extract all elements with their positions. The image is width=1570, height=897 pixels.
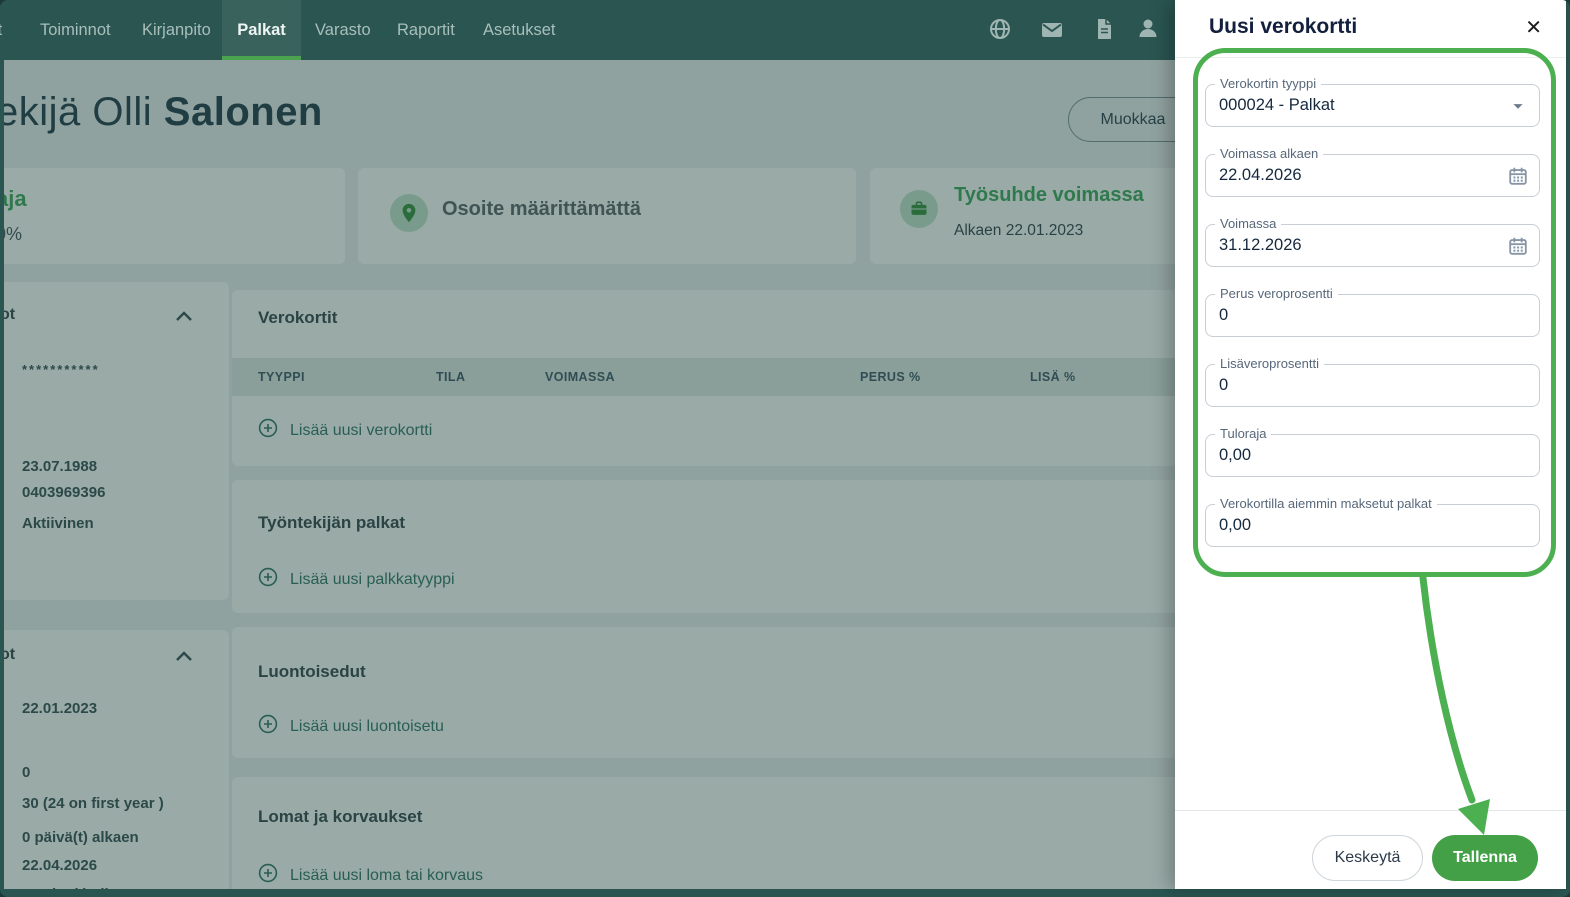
globe-icon[interactable]	[988, 17, 1012, 41]
mail-icon[interactable]	[1040, 18, 1064, 42]
col-voimassa: VOIMASSA	[545, 370, 615, 384]
address-status-text: Osoite määrittämättä	[442, 198, 641, 220]
user-icon[interactable]	[1136, 16, 1160, 40]
date-value: 22.04.2026	[22, 857, 98, 874]
drawer-header: Uusi verokortti ✕	[1175, 0, 1566, 58]
vacations-title: Lomat ja korvaukset	[258, 807, 423, 826]
page-title: ekijä Olli Salonen	[4, 90, 323, 134]
status-value: Aktiivinen	[22, 515, 94, 532]
plus-circle-icon	[258, 863, 278, 888]
add-salary-type-link[interactable]: Lisää uusi palkkatyyppi	[258, 567, 455, 592]
info-card-address: Osoite määrittämättä	[358, 168, 856, 264]
valid-until-input[interactable]: Voimassa 31.12.2026	[1205, 216, 1540, 267]
employment-status-title: Työsuhde voimassa	[954, 184, 1144, 206]
nav-item-palkat-active[interactable]: Palkat	[222, 0, 301, 60]
chevron-up-icon[interactable]	[174, 649, 194, 668]
col-tyyppi: TYYPPI	[258, 370, 305, 384]
tax-cards-title: Verokortit	[258, 308, 338, 327]
fringe-benefits-section: Luontoisedut Lisää uusi luontoisetu	[232, 627, 1175, 758]
briefcase-icon	[900, 190, 938, 228]
info-card-left: aja 0%	[4, 168, 345, 264]
new-tax-card-drawer: Uusi verokortti ✕ Verokortin tyyppi 0000…	[1175, 0, 1566, 889]
nav-item-asetukset[interactable]: Asetukset	[483, 0, 555, 60]
calendar-icon[interactable]	[1507, 235, 1529, 257]
valid-from-input[interactable]: Voimassa alkaen 22.04.2026	[1205, 146, 1540, 197]
nav-item-kirjanpito[interactable]: Kirjanpito	[142, 0, 211, 60]
phone-value: 0403969396	[22, 484, 106, 501]
employment-status-subtitle: Alkaen 22.01.2023	[954, 222, 1084, 239]
base-tax-rate-input[interactable]: Perus veroprosentti 0	[1205, 286, 1540, 337]
calendar-icon[interactable]	[1507, 165, 1529, 187]
info-card-employment: Työsuhde voimassa Alkaen 22.01.2023	[870, 168, 1175, 264]
info-card-left-title: aja	[4, 186, 27, 211]
col-tila: TILA	[436, 370, 466, 384]
income-limit-input[interactable]: Tuloraja 0,00	[1205, 426, 1540, 477]
employee-salaries-section: Työntekijän palkat Lisää uusi palkkatyyp…	[232, 480, 1175, 613]
app-window: it Toiminnot Kirjanpito Palkat Varasto R…	[0, 0, 1570, 897]
dropdown-caret-icon[interactable]	[1507, 95, 1529, 117]
tax-card-type-select[interactable]: Verokortin tyyppi 000024 - Palkat	[1205, 76, 1540, 127]
nav-item-raportit[interactable]: Raportit	[397, 0, 455, 60]
sidebar-section-1: ot *********** 23.07.1988 0403969396 Akt…	[4, 282, 229, 600]
drawer-title: Uusi verokortti	[1209, 15, 1358, 38]
plus-circle-icon	[258, 418, 278, 443]
tax-cards-section: Verokortit TYYPPI TILA VOIMASSA PERUS % …	[232, 290, 1175, 466]
sidebar-section-2: ot 22.01.2023 0 30 (24 on first year ) 0…	[4, 630, 229, 889]
sidebar-section-2-header: ot	[4, 646, 16, 663]
location-pin-icon	[390, 194, 428, 232]
nav-item-toiminnot[interactable]: Toiminnot	[40, 0, 111, 60]
add-vacation-link[interactable]: Lisää uusi loma tai korvaus	[258, 863, 483, 888]
days-from-value: 0 päivä(t) alkaen	[22, 829, 139, 846]
vacation-days-value: 30 (24 on first year )	[22, 795, 164, 812]
vacations-section: Lomat ja korvaukset Lisää uusi loma tai …	[232, 777, 1175, 889]
birthdate-value: 23.07.1988	[22, 458, 98, 475]
days-from-value-2: 0 päivä(t) alkaen	[22, 886, 139, 889]
sidebar-section-1-header: ot	[4, 306, 16, 323]
main-content: ekijä Olli Salonen Muokkaa aja 0% Osoite…	[4, 60, 1175, 889]
nav-item-fragment[interactable]: it	[0, 0, 2, 60]
nav-item-varasto[interactable]: Varasto	[315, 0, 371, 60]
cancel-button[interactable]: Keskeytä	[1312, 835, 1423, 881]
masked-ssn-value: ***********	[22, 362, 100, 377]
col-perus: PERUS %	[860, 370, 921, 384]
additional-tax-rate-input[interactable]: Lisäveroprosentti 0	[1205, 356, 1540, 407]
chevron-up-icon[interactable]	[174, 309, 194, 328]
value-row: 0	[22, 764, 31, 781]
add-tax-card-link[interactable]: Lisää uusi verokortti	[258, 418, 432, 443]
fringe-benefits-title: Luontoisedut	[258, 662, 366, 681]
plus-circle-icon	[258, 714, 278, 739]
col-lisa: LISÄ %	[1030, 370, 1076, 384]
tax-cards-table-header: TYYPPI TILA VOIMASSA PERUS % LISÄ %	[232, 358, 1175, 396]
previously-paid-salaries-input[interactable]: Verokortilla aiemmin maksetut palkat 0,0…	[1205, 496, 1540, 547]
employment-start-value: 22.01.2023	[22, 700, 98, 717]
plus-circle-icon	[258, 567, 278, 592]
close-icon[interactable]: ✕	[1525, 16, 1542, 40]
edit-button[interactable]: Muokkaa	[1068, 97, 1175, 142]
employee-salaries-title: Työntekijän palkat	[258, 513, 406, 532]
info-card-left-value: 0%	[4, 224, 23, 244]
add-fringe-benefit-link[interactable]: Lisää uusi luontoisetu	[258, 714, 444, 739]
document-icon[interactable]	[1092, 17, 1116, 41]
save-button[interactable]: Tallenna	[1432, 835, 1538, 881]
drawer-footer-divider	[1175, 810, 1566, 811]
